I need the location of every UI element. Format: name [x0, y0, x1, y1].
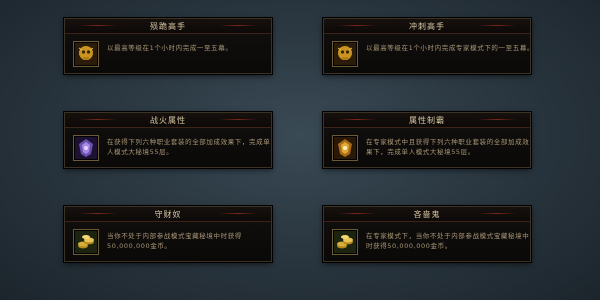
achievement-card[interactable]: 守财奴 当你不处于内部参战模式宝藏秘境中时获得 50,000,000金币。 — [64, 206, 272, 262]
achievement-description: 在专家模式下，当你不处于内部参战模式宝藏秘境中 时获得50,000,000金币。 — [366, 232, 530, 250]
achievement-title: 冲刺高手 — [324, 19, 530, 34]
achievement-title: 守财奴 — [65, 207, 271, 222]
achievement-description: 在专家模式中且获得下列六种职业套装的全部加成效 果下，完成单人模式大秘境55层。 — [366, 138, 530, 156]
achievement-title: 殒跪高手 — [65, 19, 271, 34]
gold-coins-icon — [73, 229, 99, 255]
achievement-card[interactable]: 战火属性 在获得下列六种职业套装的全部加成效果下，完成单 人模式大秘境55层。 — [64, 112, 272, 168]
achievement-description: 以最高等级在1个小时内完成专家模式下的一至五幕。 — [366, 44, 535, 52]
gold-skull-icon — [332, 41, 358, 67]
achievement-card[interactable]: 属性制霸 在专家模式中且获得下列六种职业套装的全部加成效 果下，完成单人模式大秘… — [323, 112, 531, 168]
achievement-card[interactable]: 吝啬鬼 在专家模式下，当你不处于内部参战模式宝藏秘境中 时获得50,000,00… — [323, 206, 531, 262]
achievement-description: 当你不处于内部参战模式宝藏秘境中时获得 50,000,000金币。 — [107, 232, 242, 250]
gold-coins-icon — [332, 229, 358, 255]
achievement-card[interactable]: 冲刺高手 以最高等级在1个小时内完成专家模式下的一至五幕。 — [323, 18, 535, 74]
violet-crest-icon — [73, 135, 99, 161]
achievement-title: 战火属性 — [65, 113, 271, 128]
gold-skull-icon — [73, 41, 99, 67]
achievement-title: 属性制霸 — [324, 113, 530, 128]
achievement-title: 吝啬鬼 — [324, 207, 530, 222]
achievement-description: 在获得下列六种职业套装的全部加成效果下，完成单 人模式大秘境55层。 — [107, 138, 271, 156]
achievement-description: 以最高等级在1个小时内完成一至五幕。 — [107, 44, 233, 52]
achievement-card[interactable]: 殒跪高手 以最高等级在1个小时内完成一至五幕。 — [64, 18, 272, 74]
gold-crest-icon — [332, 135, 358, 161]
